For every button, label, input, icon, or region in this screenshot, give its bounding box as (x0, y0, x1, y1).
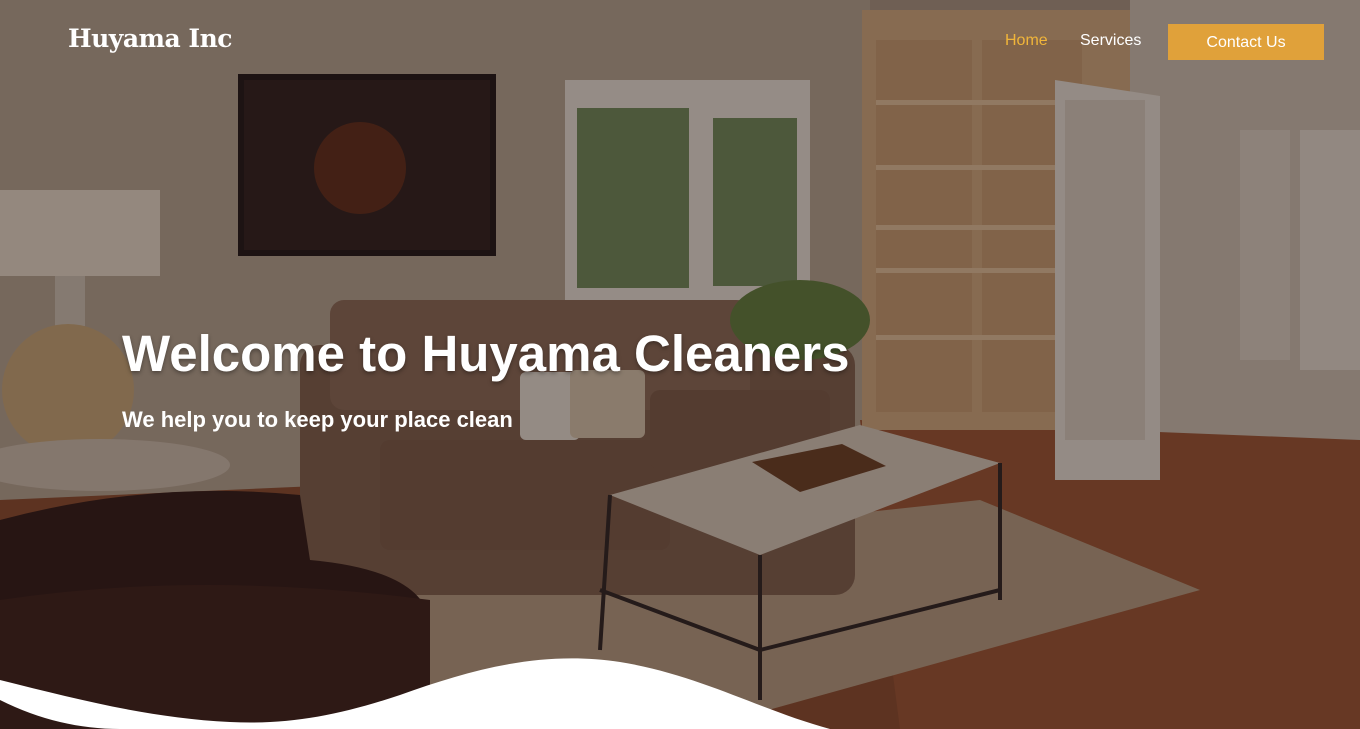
hero-title: Welcome to Huyama Cleaners (122, 325, 850, 382)
top-navigation: Huyama Inc Home Services Contact Us (0, 0, 1360, 84)
nav-link-services[interactable]: Services (1080, 32, 1141, 50)
contact-us-button[interactable]: Contact Us (1168, 24, 1324, 60)
brand-logo[interactable]: Huyama Inc (68, 24, 232, 53)
nav-link-home[interactable]: Home (1005, 32, 1048, 50)
hero-bottom-wave (0, 658, 830, 729)
hero-subtitle: We help you to keep your place clean (122, 407, 513, 432)
